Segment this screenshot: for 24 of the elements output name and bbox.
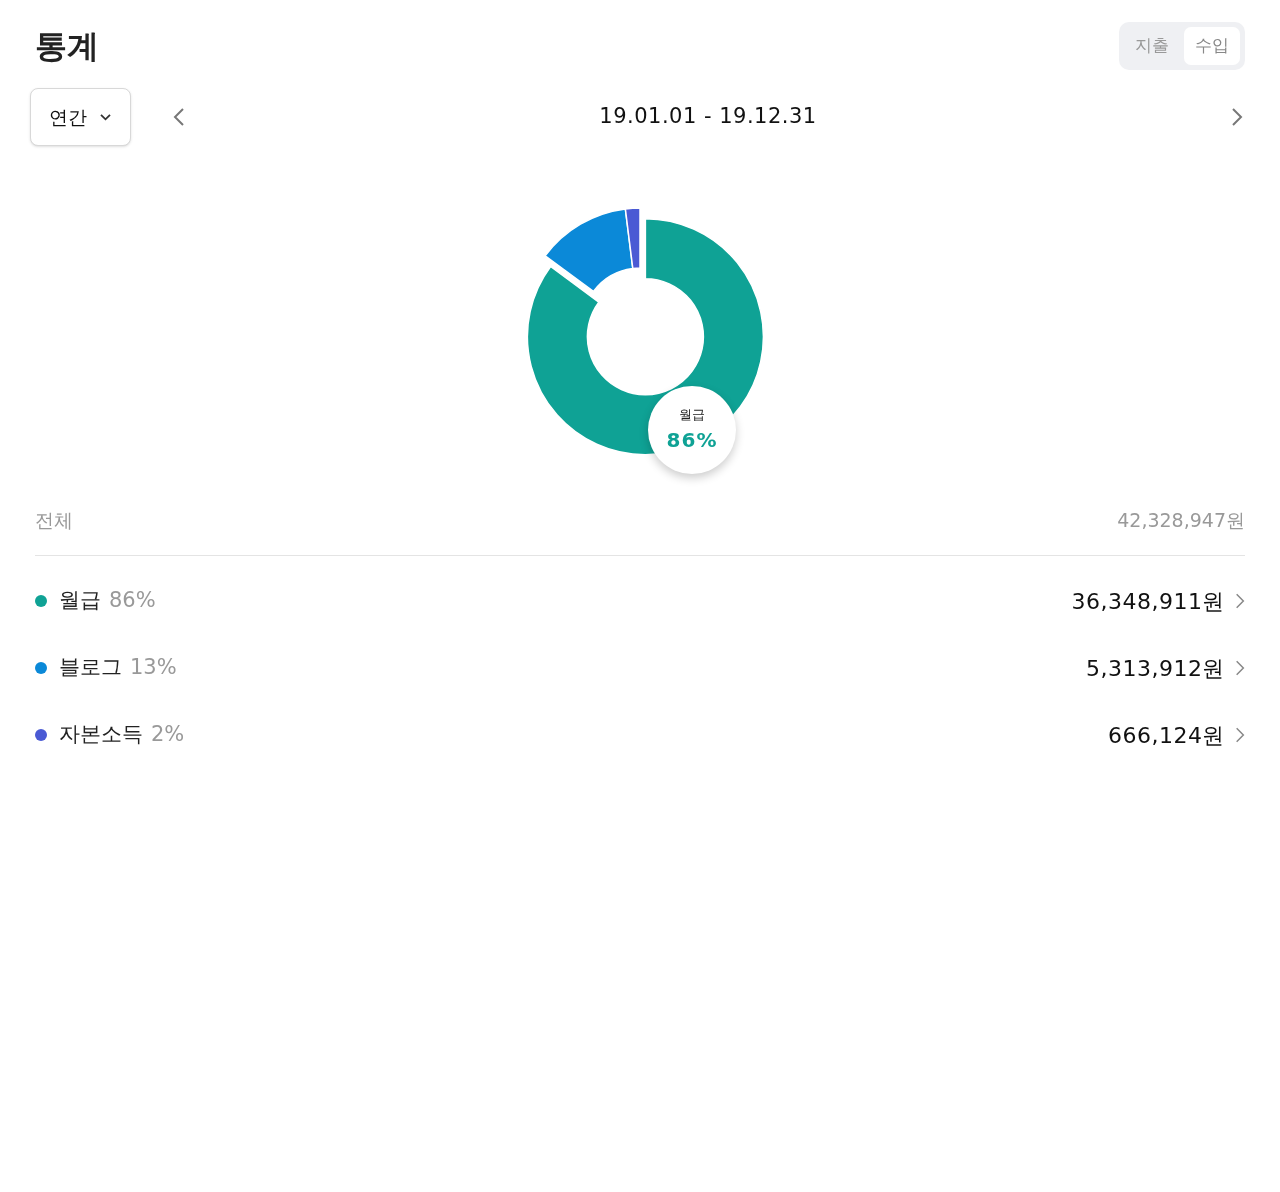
total-label: 전체: [35, 508, 73, 533]
type-tab[interactable]: 지출: [1124, 27, 1180, 65]
chevron-down-icon: [99, 112, 112, 122]
donut-slice[interactable]: [624, 207, 641, 270]
callout-percent: 86%: [666, 426, 718, 454]
category-name: 자본소득: [59, 721, 143, 749]
donut-slice[interactable]: [544, 208, 634, 293]
chevron-right-icon[interactable]: [1235, 659, 1245, 677]
category-amount: 5,313,912원: [1086, 654, 1225, 683]
category-name: 블로그: [59, 654, 122, 682]
category-amount: 666,124원: [1108, 721, 1225, 750]
category-name: 월급: [59, 587, 101, 615]
period-dropdown[interactable]: 연간: [30, 88, 131, 146]
callout-label: 월급: [679, 406, 705, 425]
date-range: 19.01.01 - 19.12.31: [599, 103, 817, 131]
page-title: 통계: [35, 26, 99, 67]
category-percent: 86%: [109, 587, 156, 615]
type-tab[interactable]: 수입: [1184, 27, 1240, 65]
category-percent: 13%: [130, 654, 177, 682]
chevron-right-icon[interactable]: [1235, 726, 1245, 744]
category-percent: 2%: [151, 721, 185, 749]
chevron-right-icon[interactable]: [1235, 592, 1245, 610]
category-amount: 36,348,911원: [1071, 587, 1225, 616]
total-amount: 42,328,947원: [1117, 508, 1245, 533]
